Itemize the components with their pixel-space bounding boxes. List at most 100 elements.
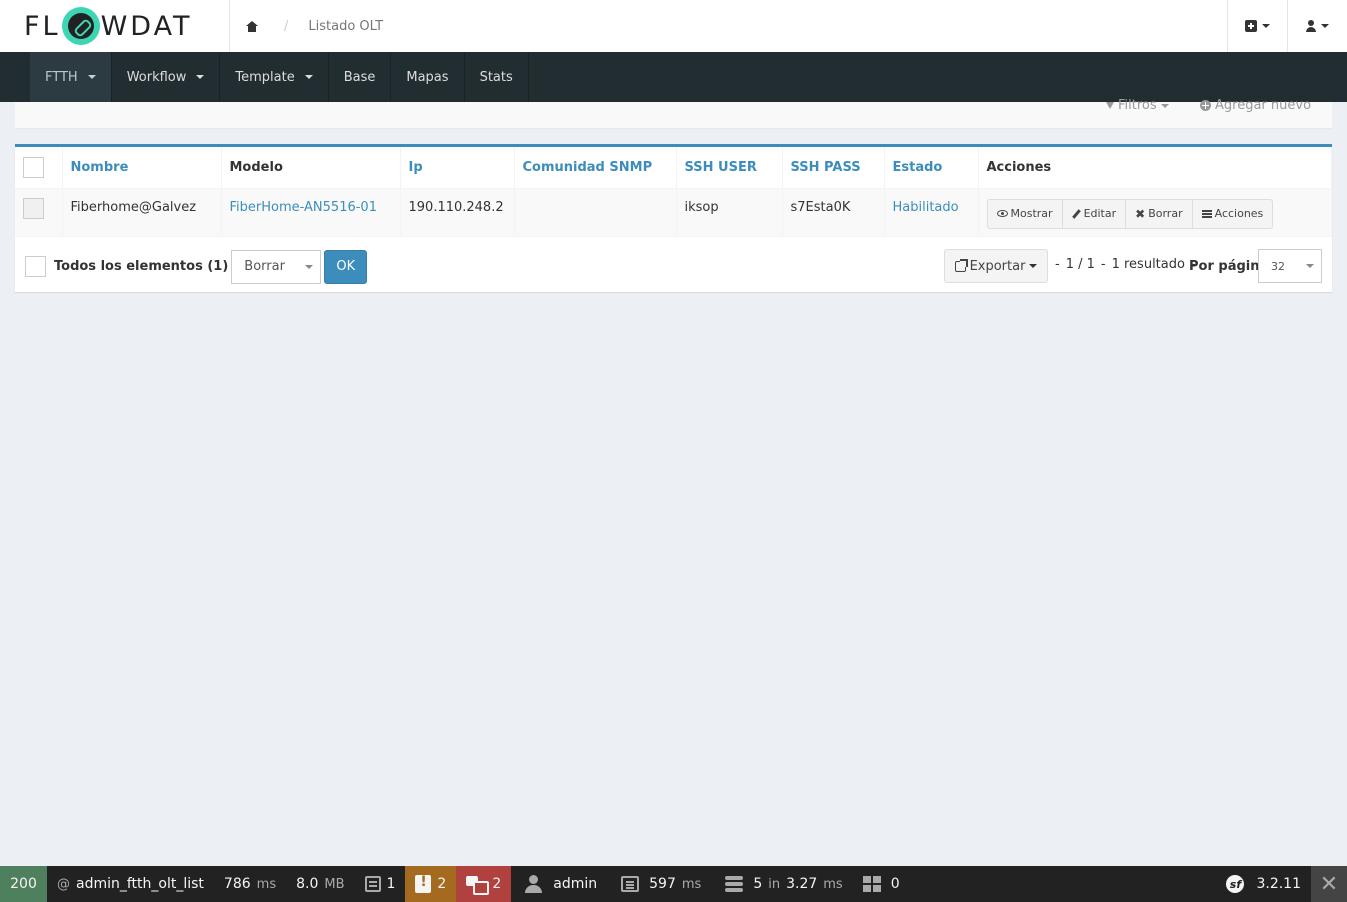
breadcrumb-separator: / bbox=[284, 18, 289, 34]
symfony-version-item[interactable]: sf 3.2.11 bbox=[1216, 866, 1311, 902]
memory-item[interactable]: 8.0 MB bbox=[286, 866, 354, 902]
caret-down-icon bbox=[1306, 264, 1314, 268]
add-new-label: Agregar nuevo bbox=[1215, 98, 1312, 113]
times-icon: ✖ bbox=[1135, 206, 1146, 221]
translations-item[interactable]: 2 bbox=[456, 866, 512, 902]
filters-label: Filtros bbox=[1118, 98, 1157, 113]
flowdat-logo[interactable]: FL WDAT bbox=[0, 0, 230, 52]
olt-table: Nombre Modelo Ip Comunidad SNMP SSH USER… bbox=[15, 147, 1332, 237]
export-label: Exportar bbox=[969, 258, 1026, 274]
filters-dropdown[interactable]: Filtros bbox=[1106, 98, 1169, 113]
row-actions: Mostrar Editar ✖ Borrar Acciones bbox=[986, 198, 1324, 229]
column-header-ssh-user[interactable]: SSH USER bbox=[676, 147, 783, 189]
select-all-checkbox[interactable] bbox=[23, 157, 44, 178]
db-time-value: 3.27 bbox=[786, 876, 818, 892]
per-page-label: Por página bbox=[1189, 259, 1269, 274]
close-toolbar-button[interactable]: ✕ bbox=[1311, 866, 1347, 902]
render-time-item[interactable]: 597 ms bbox=[607, 866, 711, 902]
estado-link[interactable]: Habilitado bbox=[893, 200, 959, 215]
warnings-item[interactable]: 2 bbox=[405, 866, 457, 902]
column-header-ip[interactable]: Ip bbox=[400, 147, 515, 189]
caret-down-icon bbox=[305, 264, 314, 269]
home-icon[interactable] bbox=[246, 20, 258, 32]
route-name: admin_ftth_olt_list bbox=[76, 876, 204, 892]
forms-grid-icon bbox=[862, 876, 881, 892]
timer-icon bbox=[621, 876, 640, 892]
memory-value: 8.0 bbox=[296, 876, 319, 892]
user-icon bbox=[525, 875, 543, 893]
translations-count: 2 bbox=[492, 876, 502, 892]
caret-down-icon bbox=[1321, 24, 1329, 28]
security-item[interactable]: admin bbox=[511, 866, 607, 902]
column-header-comunidad-snmp[interactable]: Comunidad SNMP bbox=[514, 147, 677, 189]
caret-down-icon bbox=[1029, 264, 1038, 268]
pager-separator: - bbox=[1100, 257, 1106, 272]
all-elements-label: Todos los elementos (1) bbox=[54, 259, 229, 274]
user-menu-button[interactable] bbox=[1287, 0, 1347, 52]
breadcrumb-current: Listado OLT bbox=[308, 18, 384, 34]
time-unit: ms bbox=[256, 876, 277, 892]
cell-comunidad-snmp bbox=[514, 188, 677, 237]
delete-button[interactable]: ✖ Borrar bbox=[1125, 198, 1193, 229]
edit-button[interactable]: Editar bbox=[1061, 198, 1127, 229]
time-item[interactable]: 786 ms bbox=[214, 866, 286, 902]
render-time-unit: ms bbox=[681, 876, 702, 892]
close-icon: ✕ bbox=[1319, 871, 1339, 897]
olt-list-box: Nombre Modelo Ip Comunidad SNMP SSH USER… bbox=[15, 144, 1332, 292]
export-button[interactable]: Exportar bbox=[944, 249, 1048, 283]
ok-button[interactable]: OK bbox=[324, 249, 368, 284]
show-label: Mostrar bbox=[1010, 207, 1053, 220]
breadcrumb: / Listado OLT bbox=[230, 0, 1227, 52]
modelo-link[interactable]: FiberHome-AN5516-01 bbox=[230, 200, 377, 215]
per-page-select[interactable]: 32 bbox=[1258, 249, 1322, 283]
nav-item-label: Base bbox=[343, 69, 376, 85]
forms-item[interactable]: 0 bbox=[853, 866, 910, 902]
column-header-estado[interactable]: Estado bbox=[884, 147, 979, 189]
pager-info: - 1 / 1 - 1 resultado - bbox=[1055, 257, 1196, 272]
pager-pages: 1 / 1 bbox=[1065, 257, 1095, 272]
column-header-nombre[interactable]: Nombre bbox=[62, 147, 222, 189]
cell-ssh-pass: s7Esta0K bbox=[782, 188, 885, 237]
show-button[interactable]: Mostrar bbox=[986, 198, 1063, 229]
table-header-row: Nombre Modelo Ip Comunidad SNMP SSH USER… bbox=[15, 147, 1332, 189]
caret-down-icon bbox=[87, 75, 96, 79]
row-checkbox[interactable] bbox=[23, 197, 44, 219]
exclamation-icon bbox=[415, 874, 432, 893]
batch-action-select[interactable]: Borrar bbox=[231, 249, 322, 284]
caret-down-icon bbox=[1160, 103, 1169, 108]
edit-label: Editar bbox=[1083, 207, 1117, 220]
add-new-link[interactable]: Agregar nuevo bbox=[1200, 98, 1311, 113]
cell-estado: Habilitado bbox=[884, 188, 979, 237]
debug-toolbar: 200 @ admin_ftth_olt_list 786 ms 8.0 MB … bbox=[0, 866, 1347, 902]
per-page-value: 32 bbox=[1271, 259, 1285, 273]
status-code-badge[interactable]: 200 bbox=[0, 866, 47, 902]
database-icon bbox=[725, 876, 744, 892]
nav-item-stats[interactable]: Stats bbox=[465, 52, 529, 102]
add-menu-button[interactable] bbox=[1227, 0, 1287, 52]
column-header-ssh-pass[interactable]: SSH PASS bbox=[782, 147, 885, 189]
caret-down-icon bbox=[196, 75, 205, 79]
row-select-cell bbox=[15, 188, 63, 237]
symfony-version: 3.2.11 bbox=[1256, 876, 1301, 892]
logs-item[interactable]: 1 bbox=[355, 866, 406, 902]
pager-separator: - bbox=[1055, 257, 1060, 272]
nav-item-base[interactable]: Base bbox=[329, 52, 392, 102]
more-actions-button[interactable]: Acciones bbox=[1191, 198, 1274, 229]
route-item[interactable]: @ admin_ftth_olt_list bbox=[47, 866, 214, 902]
cell-modelo: FiberHome-AN5516-01 bbox=[221, 188, 401, 237]
select-all-elements-checkbox[interactable] bbox=[25, 256, 46, 277]
db-queries-count: 5 bbox=[753, 876, 763, 892]
cell-acciones: Mostrar Editar ✖ Borrar Acciones bbox=[978, 188, 1332, 237]
translation-icon bbox=[466, 876, 490, 895]
nav-item-template[interactable]: Template bbox=[220, 52, 329, 102]
db-time-unit: ms bbox=[823, 876, 843, 892]
nav-item-mapas[interactable]: Mapas bbox=[391, 52, 465, 102]
nav-item-ftth[interactable]: FTTH bbox=[30, 52, 112, 102]
delete-label: Borrar bbox=[1148, 207, 1183, 220]
main-nav: FTTH Workflow Template Base Mapas Stats bbox=[0, 52, 1347, 102]
nav-item-label: Mapas bbox=[406, 69, 449, 85]
memory-unit: MB bbox=[324, 876, 345, 892]
nav-item-workflow[interactable]: Workflow bbox=[112, 52, 221, 102]
database-item[interactable]: 5 in 3.27 ms bbox=[711, 866, 852, 902]
top-header: FL WDAT / Listado OLT bbox=[0, 0, 1347, 52]
